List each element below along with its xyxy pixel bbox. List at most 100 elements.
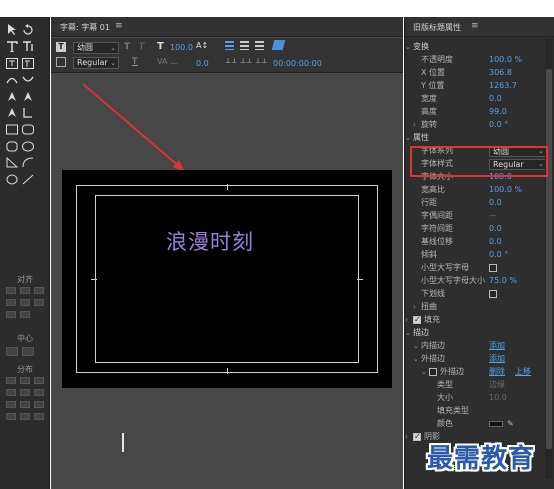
prop-value[interactable]: 0.0 (489, 197, 502, 209)
distribute-button[interactable] (6, 389, 16, 396)
twisty-icon[interactable]: › (405, 314, 408, 326)
area-type-tool-icon[interactable] (6, 58, 18, 69)
selection-tool-icon[interactable] (6, 24, 18, 35)
distribute-button[interactable] (34, 377, 44, 384)
twisty-icon[interactable]: ⌄ (405, 41, 411, 53)
align-left-icon[interactable] (225, 41, 234, 50)
distribute-button[interactable] (20, 413, 30, 420)
prop-value[interactable]: 1263.7 (489, 80, 517, 92)
align-button[interactable] (6, 311, 16, 318)
prop-value[interactable]: 0.0 (489, 93, 502, 105)
prop-value[interactable]: — (489, 210, 497, 222)
font-size-value[interactable]: 100.0 (170, 43, 193, 52)
prop-value[interactable]: 306.8 (489, 67, 512, 79)
align-center-icon[interactable] (240, 41, 249, 50)
kerning-value[interactable]: — (170, 59, 178, 68)
vertical-type-tool-icon[interactable] (22, 41, 34, 52)
prop-value[interactable]: 75.0 % (489, 275, 517, 287)
tab-stop-icon[interactable]: ⊥⊥ (240, 57, 252, 65)
prop-link[interactable]: 添加 (489, 340, 505, 352)
type-tool-icon[interactable] (6, 41, 18, 52)
twisty-icon[interactable]: ⌄ (405, 327, 411, 339)
panel-menu-icon[interactable]: ≡ (115, 21, 123, 31)
arc-tool-icon[interactable] (22, 157, 34, 168)
center-vertical-button[interactable] (22, 347, 34, 356)
timecode[interactable]: 00:00:00:00 (273, 59, 322, 68)
prop-link[interactable]: 添加 (489, 353, 505, 365)
distribute-button[interactable] (34, 413, 44, 420)
prop-checkbox[interactable] (489, 264, 497, 272)
add-anchor-tool-icon[interactable] (6, 107, 18, 118)
tab-stop-icon[interactable]: ⊥⊥ (255, 57, 267, 65)
prop-value[interactable]: 0.0 (489, 223, 502, 235)
tab-stops-icon[interactable] (271, 40, 286, 50)
twisty-icon[interactable]: › (413, 301, 416, 313)
path-type-tool-icon[interactable] (6, 74, 18, 85)
distribute-button[interactable] (34, 401, 44, 408)
props-menu-icon[interactable]: ≡ (471, 21, 479, 31)
align-button[interactable] (6, 287, 16, 294)
section-checkbox[interactable] (413, 431, 421, 443)
distribute-button[interactable] (20, 377, 30, 384)
prop-checkbox[interactable] (489, 290, 497, 298)
prop-link[interactable]: 删除 (489, 366, 505, 378)
distribute-button[interactable] (20, 401, 30, 408)
title-text-object[interactable]: 浪漫时刻 (166, 226, 254, 256)
align-button[interactable] (20, 311, 30, 318)
font-family-select[interactable]: 幼圆 ⌄ (73, 42, 119, 54)
prop-link[interactable]: 上移 (515, 366, 531, 378)
rotate-tool-icon[interactable] (22, 24, 34, 35)
twisty-icon[interactable]: › (405, 431, 408, 443)
video-preview-frame[interactable]: 浪漫时刻 (62, 170, 392, 388)
align-button[interactable] (6, 299, 16, 306)
align-button[interactable] (34, 287, 44, 294)
align-button[interactable] (20, 287, 30, 294)
line-tool-icon[interactable] (22, 174, 34, 185)
clipped-rect-tool-icon[interactable] (6, 141, 18, 152)
twisty-icon[interactable]: ⌄ (421, 366, 427, 378)
tab-stop-icon[interactable]: ⊥⊥ (225, 57, 237, 65)
ellipse-tool-icon[interactable] (6, 174, 18, 185)
bold-icon[interactable]: T (124, 42, 130, 52)
vertical-path-type-tool-icon[interactable] (22, 74, 34, 85)
align-right-icon[interactable] (255, 41, 264, 50)
font-style-select[interactable]: Regular ⌄ (73, 57, 119, 69)
distribute-button[interactable] (34, 389, 44, 396)
props-panel-title[interactable]: 旧版标题属性 (413, 22, 461, 33)
background-video-toggle-icon[interactable]: T (56, 42, 66, 52)
twisty-icon[interactable]: ⌄ (413, 353, 419, 365)
twisty-icon[interactable]: ⌄ (405, 132, 411, 144)
align-button[interactable] (20, 299, 30, 306)
center-horizontal-button[interactable] (6, 347, 18, 356)
distribute-button[interactable] (6, 377, 16, 384)
section-checkbox[interactable] (429, 368, 437, 376)
vertical-area-type-tool-icon[interactable] (22, 58, 34, 69)
rounded-corner-rect-tool-icon[interactable] (22, 141, 34, 152)
prop-value[interactable]: 边缘 (489, 379, 505, 391)
convert-anchor-tool-icon[interactable] (22, 107, 34, 118)
panel-tab-title[interactable]: 字幕: 字幕 01 (60, 22, 110, 33)
rectangle-tool-icon[interactable] (6, 124, 18, 135)
prop-value[interactable]: 0.0 (489, 236, 502, 248)
rounded-rect-tool-icon[interactable] (22, 124, 34, 135)
distribute-button[interactable] (20, 389, 30, 396)
distribute-button[interactable] (6, 413, 16, 420)
prop-value[interactable]: 100.0 % (489, 54, 522, 66)
scrollbar-thumb[interactable] (546, 69, 552, 449)
prop-value[interactable]: 0.0 ° (489, 119, 508, 131)
twisty-icon[interactable]: ⌄ (413, 340, 419, 352)
prop-value[interactable]: 0.0 ° (489, 249, 508, 261)
props-scrollbar[interactable] (545, 39, 553, 479)
distribute-button[interactable] (6, 401, 16, 408)
delete-anchor-tool-icon[interactable] (22, 91, 34, 102)
italic-icon[interactable]: T (139, 42, 145, 52)
pen-tool-icon[interactable] (6, 91, 18, 102)
eyedropper-icon[interactable]: ✎ (507, 418, 514, 430)
wedge-tool-icon[interactable] (6, 157, 18, 168)
section-checkbox[interactable] (413, 314, 421, 326)
color-swatch[interactable] (489, 421, 503, 427)
leading-value[interactable]: 0.0 (196, 59, 209, 68)
align-button[interactable] (34, 299, 44, 306)
title-canvas[interactable]: 浪漫时刻 (51, 74, 403, 489)
underline-icon[interactable]: T (132, 57, 138, 67)
